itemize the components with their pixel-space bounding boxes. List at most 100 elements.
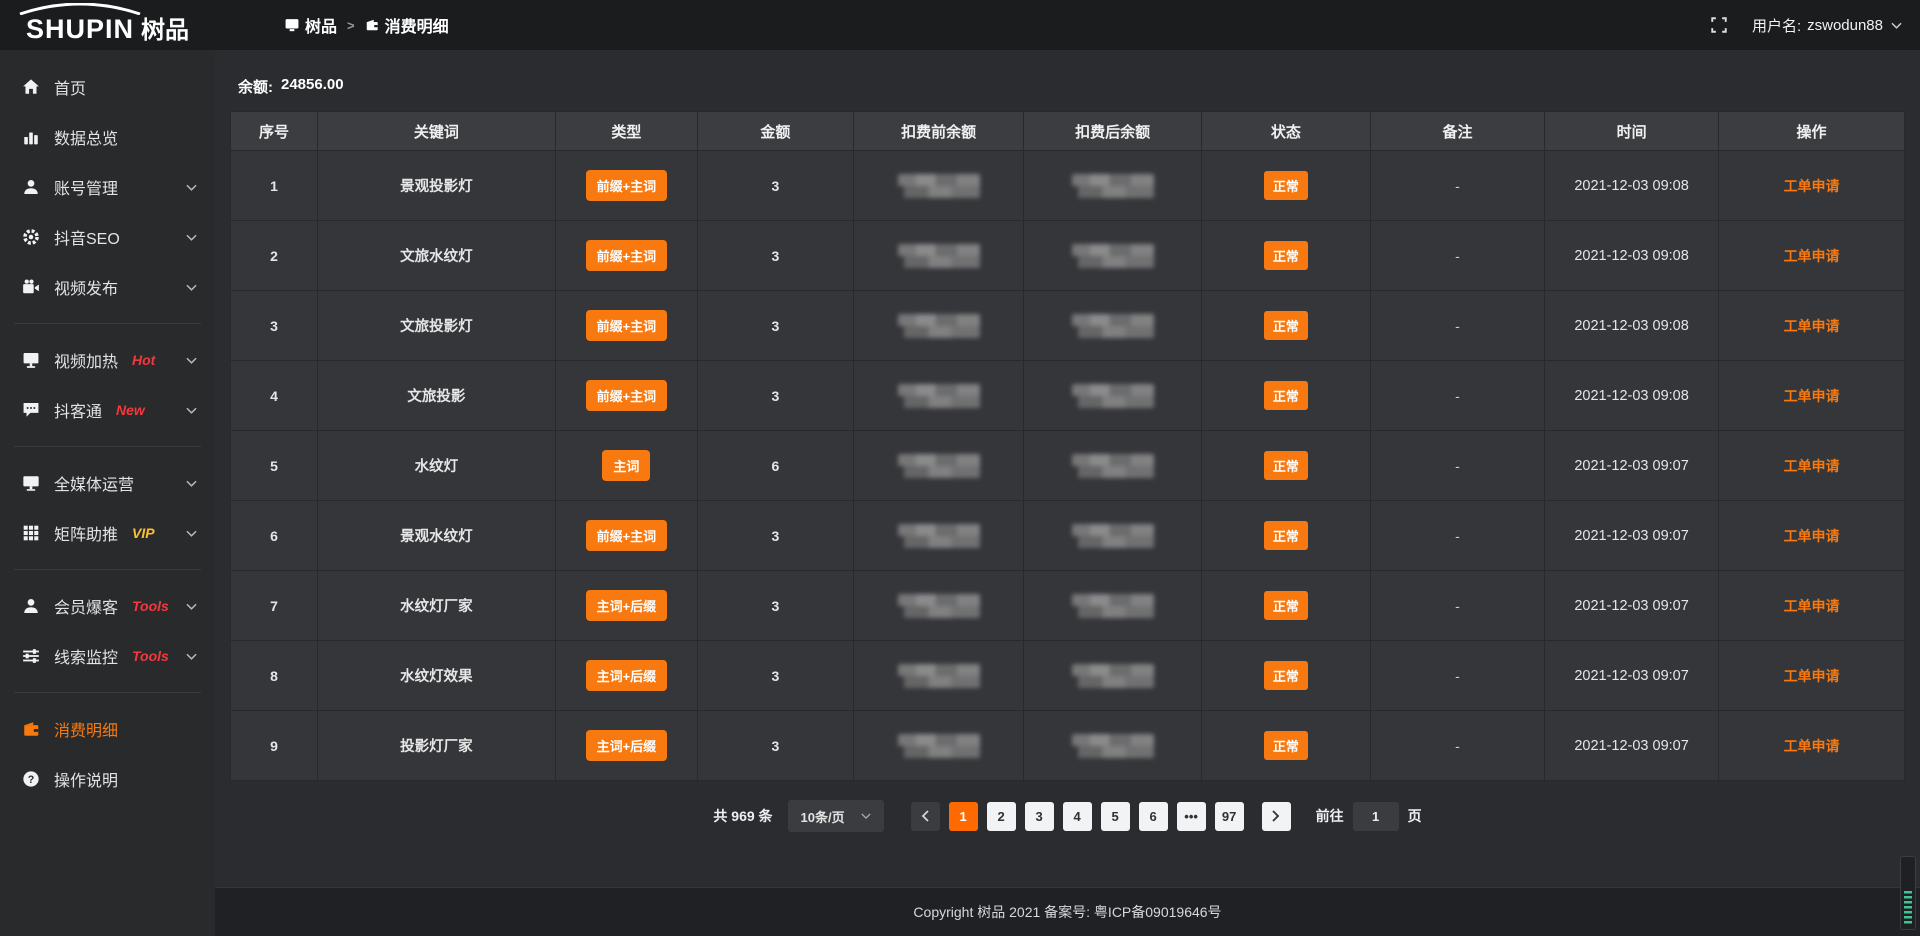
cell-keyword: 水纹灯	[318, 431, 556, 501]
type-badge: 前缀+主词	[586, 520, 668, 551]
logo-arc-icon	[16, 3, 144, 15]
sidebar-item-label: 视频加热	[54, 348, 118, 372]
cell-type: 前缀+主词	[555, 501, 697, 571]
sidebar-item-label: 线索监控	[54, 644, 118, 668]
cell-type: 前缀+主词	[555, 221, 697, 291]
cell-balance-before	[853, 221, 1024, 291]
goto-label: 前往	[1316, 806, 1344, 826]
breadcrumb-current[interactable]: 消费明细	[365, 13, 449, 37]
cell-index: 9	[231, 711, 318, 781]
chevron-down-icon	[186, 480, 197, 487]
user-menu[interactable]: 用户名: zswodun88	[1752, 15, 1902, 36]
status-badge: 正常	[1264, 661, 1308, 690]
topbar: SHUPIN 树品 树品 > 消费明细 用户名: zswodun88	[0, 0, 1920, 50]
sidebar-item-badge: Tools	[132, 648, 169, 664]
sidebar-divider	[14, 323, 201, 324]
blurred-balance-after	[1072, 314, 1154, 338]
cell-keyword: 文旅投影	[318, 361, 556, 431]
cell-action: 工单申请	[1719, 571, 1905, 641]
column-header: 金额	[698, 112, 854, 151]
sidebar-item-10[interactable]: 矩阵助推 VIP	[0, 508, 215, 558]
table-row: 4 文旅投影 前缀+主词 3 正常 - 2021-12-03 09:08 工单申…	[231, 361, 1905, 431]
cell-index: 5	[231, 431, 318, 501]
chat-icon	[22, 401, 40, 419]
floating-widget[interactable]	[1900, 856, 1916, 930]
chevron-down-icon	[186, 357, 197, 364]
cell-amount: 3	[698, 641, 854, 711]
blurred-balance-after	[1072, 454, 1154, 478]
work-order-link[interactable]: 工单申请	[1784, 598, 1840, 614]
svg-text:?: ?	[28, 774, 35, 786]
blurred-balance-after	[1072, 594, 1154, 618]
sidebar-item-7[interactable]: 抖客通 New	[0, 385, 215, 435]
work-order-link[interactable]: 工单申请	[1784, 178, 1840, 194]
status-badge: 正常	[1264, 171, 1308, 200]
blurred-balance-before	[898, 734, 980, 758]
copyright-text: Copyright 树品 2021 备案号: 粤ICP备09019646号	[913, 902, 1221, 922]
breadcrumb-current-label: 消费明细	[385, 13, 449, 37]
sidebar-item-12[interactable]: 会员爆客 Tools	[0, 581, 215, 631]
work-order-link[interactable]: 工单申请	[1784, 248, 1840, 264]
sidebar-item-0[interactable]: 首页	[0, 62, 215, 112]
page-button-3[interactable]: 3	[1025, 802, 1054, 831]
cell-type: 主词+后缀	[555, 641, 697, 711]
sidebar-divider	[14, 692, 201, 693]
logo-text-en: SHUPIN	[26, 16, 134, 43]
status-badge: 正常	[1264, 451, 1308, 480]
table-row: 6 景观水纹灯 前缀+主词 3 正常 - 2021-12-03 09:07 工单…	[231, 501, 1905, 571]
cell-remark: -	[1370, 361, 1544, 431]
table-row: 1 景观投影灯 前缀+主词 3 正常 - 2021-12-03 09:08 工单…	[231, 151, 1905, 221]
page-button-2[interactable]: 2	[987, 802, 1016, 831]
work-order-link[interactable]: 工单申请	[1784, 668, 1840, 684]
sidebar-item-4[interactable]: 视频发布	[0, 262, 215, 312]
blurred-balance-after	[1072, 734, 1154, 758]
sidebar-item-3[interactable]: 抖音SEO	[0, 212, 215, 262]
column-header: 扣费后余额	[1024, 112, 1201, 151]
cell-index: 1	[231, 151, 318, 221]
work-order-link[interactable]: 工单申请	[1784, 318, 1840, 334]
page-size-select[interactable]: 10条/页	[788, 800, 884, 832]
cell-remark: -	[1370, 291, 1544, 361]
blurred-balance-before	[898, 454, 980, 478]
gear-icon	[22, 228, 40, 246]
breadcrumb-root[interactable]: 树品	[285, 13, 337, 37]
work-order-link[interactable]: 工单申请	[1784, 458, 1840, 474]
chevron-down-icon	[186, 184, 197, 191]
sidebar-item-6[interactable]: 视频加热 Hot	[0, 335, 215, 385]
sidebar-item-badge: New	[116, 402, 145, 418]
breadcrumb-separator: >	[347, 18, 355, 33]
sidebar-item-15[interactable]: 消费明细	[0, 704, 215, 754]
page-button-5[interactable]: 5	[1101, 802, 1130, 831]
goto-page-input[interactable]	[1353, 802, 1399, 831]
work-order-link[interactable]: 工单申请	[1784, 528, 1840, 544]
sidebar-item-1[interactable]: 数据总览	[0, 112, 215, 162]
status-badge: 正常	[1264, 381, 1308, 410]
table-row: 7 水纹灯厂家 主词+后缀 3 正常 - 2021-12-03 09:07 工单…	[231, 571, 1905, 641]
next-page-button[interactable]	[1262, 802, 1291, 831]
wallet-icon	[22, 720, 40, 738]
type-badge: 主词+后缀	[586, 590, 668, 621]
main-area: 余额: 24856.00 序号关键词类型金额扣费前余额扣费后余额状态备注时间操作…	[215, 0, 1920, 936]
page-ellipsis-button[interactable]: •••	[1177, 802, 1206, 831]
cell-remark: -	[1370, 641, 1544, 711]
fullscreen-icon[interactable]	[1710, 16, 1728, 34]
sidebar-item-16[interactable]: ? 操作说明	[0, 754, 215, 804]
cell-status: 正常	[1201, 501, 1370, 571]
cell-balance-after	[1024, 361, 1201, 431]
sidebar-item-13[interactable]: 线索监控 Tools	[0, 631, 215, 681]
user-label: 用户名:	[1752, 15, 1801, 36]
cell-balance-before	[853, 571, 1024, 641]
page-button-1[interactable]: 1	[949, 802, 978, 831]
cell-action: 工单申请	[1719, 501, 1905, 571]
page-button-4[interactable]: 4	[1063, 802, 1092, 831]
work-order-link[interactable]: 工单申请	[1784, 738, 1840, 754]
sidebar-item-9[interactable]: 全媒体运营	[0, 458, 215, 508]
work-order-link[interactable]: 工单申请	[1784, 388, 1840, 404]
page-button-6[interactable]: 6	[1139, 802, 1168, 831]
sidebar-item-2[interactable]: 账号管理	[0, 162, 215, 212]
cell-keyword: 文旅水纹灯	[318, 221, 556, 291]
prev-page-button[interactable]	[911, 802, 940, 831]
page-button-97[interactable]: 97	[1215, 802, 1244, 831]
blurred-balance-before	[898, 664, 980, 688]
sidebar-item-label: 数据总览	[54, 125, 118, 149]
